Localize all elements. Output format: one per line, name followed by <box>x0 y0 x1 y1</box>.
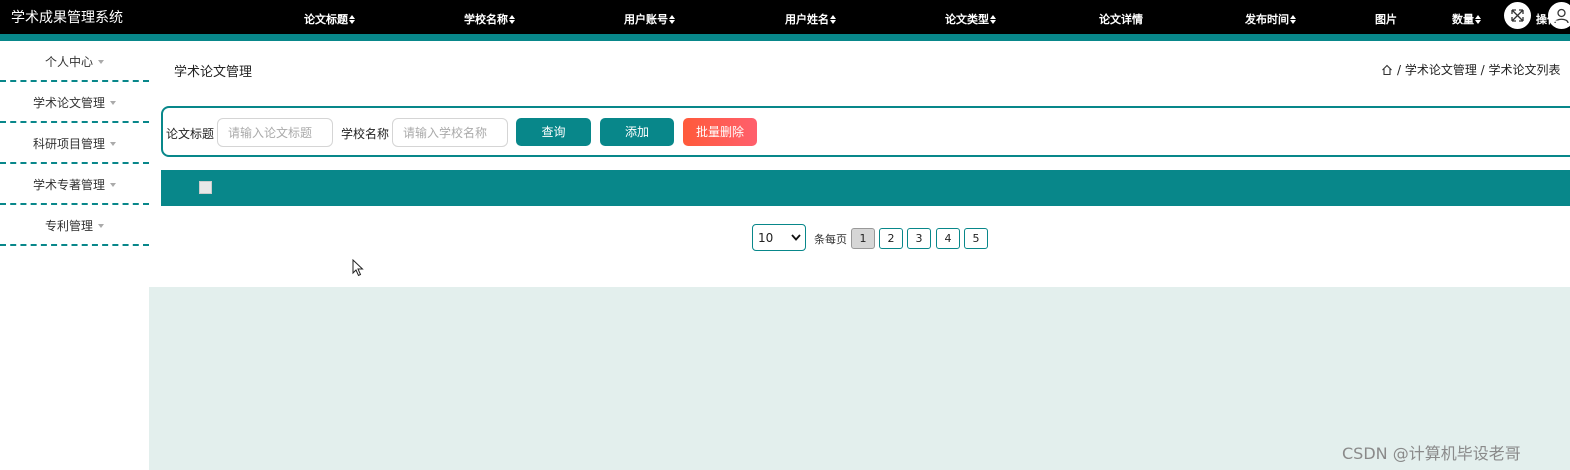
table-header <box>161 170 1570 206</box>
select-all-checkbox[interactable] <box>199 181 212 194</box>
caret-down-icon <box>98 60 104 64</box>
caret-down-icon <box>110 142 116 146</box>
add-button[interactable]: 添加 <box>600 118 674 146</box>
caret-down-icon <box>110 101 116 105</box>
sort-icon[interactable] <box>1290 15 1297 24</box>
page-title: 学术论文管理 <box>174 65 253 80</box>
sidebar-item-label: 学术专著管理 <box>32 178 105 192</box>
sidebar-item-patent-management[interactable]: 专利管理 <box>0 205 149 246</box>
column-header-paper-type[interactable]: 论文类型 <box>945 11 997 27</box>
sidebar-item-label: 科研项目管理 <box>32 137 105 151</box>
per-page-label: 条每页 <box>814 233 847 246</box>
query-button[interactable]: 查询 <box>516 118 591 146</box>
batch-delete-button[interactable]: 批量删除 <box>683 118 757 146</box>
caret-down-icon <box>98 224 104 228</box>
school-filter-label: 学校名称 <box>341 127 390 141</box>
caret-down-icon <box>110 183 116 187</box>
fullscreen-icon <box>1511 9 1524 22</box>
sidebar-item-monograph-management[interactable]: 学术专著管理 <box>0 164 149 205</box>
page-size-value: 10 <box>758 231 774 245</box>
fullscreen-button[interactable] <box>1504 2 1531 29</box>
page-button-5[interactable]: 5 <box>964 228 988 249</box>
breadcrumb-trail[interactable]: / 学术论文管理 / 学术论文列表 <box>1397 63 1561 77</box>
page-size-select[interactable]: 10 <box>752 224 806 251</box>
column-header-quantity[interactable]: 数量 <box>1452 11 1482 27</box>
page-button-4[interactable]: 4 <box>936 228 960 249</box>
sort-icon[interactable] <box>669 15 676 24</box>
watermark: CSDN @计算机毕设老哥 <box>1342 444 1521 463</box>
home-icon[interactable] <box>1381 64 1393 76</box>
sort-icon[interactable] <box>1475 15 1482 24</box>
column-header-paper-details: 论文详情 <box>1099 13 1143 26</box>
app-title: 学术成果管理系统 <box>11 10 123 26</box>
breadcrumb: / 学术论文管理 / 学术论文列表 <box>1381 61 1561 78</box>
mouse-cursor-icon <box>352 259 364 277</box>
sidebar-item-label: 个人中心 <box>44 55 93 69</box>
school-search-input[interactable] <box>392 118 508 147</box>
column-header-user-account[interactable]: 用户账号 <box>624 11 676 27</box>
sidebar-item-paper-management[interactable]: 学术论文管理 <box>0 82 149 123</box>
page-button-1[interactable]: 1 <box>851 228 875 249</box>
sort-icon[interactable] <box>990 15 997 24</box>
sidebar: 个人中心 学术论文管理 科研项目管理 学术专著管理 专利管理 <box>0 41 149 470</box>
column-header-paper-title[interactable]: 论文标题 <box>304 11 356 27</box>
page-button-3[interactable]: 3 <box>907 228 931 249</box>
column-header-user-name[interactable]: 用户姓名 <box>785 11 837 27</box>
column-header-actions: 操作 <box>1536 13 1558 26</box>
column-header-school-name[interactable]: 学校名称 <box>464 11 516 27</box>
column-header-image: 图片 <box>1375 13 1397 26</box>
column-header-publish-time[interactable]: 发布时间 <box>1245 11 1297 27</box>
title-search-input[interactable] <box>217 118 333 147</box>
chevron-down-icon <box>791 234 801 241</box>
page-button-2[interactable]: 2 <box>879 228 903 249</box>
title-filter-label: 论文标题 <box>166 127 215 141</box>
sidebar-item-label: 学术论文管理 <box>32 96 105 110</box>
sort-icon[interactable] <box>830 15 837 24</box>
sidebar-item-label: 专利管理 <box>44 219 93 233</box>
sort-icon[interactable] <box>349 15 356 24</box>
sidebar-item-project-management[interactable]: 科研项目管理 <box>0 123 149 164</box>
header-accent-strip <box>0 34 1570 41</box>
sort-icon[interactable] <box>509 15 516 24</box>
sidebar-item-personal-center[interactable]: 个人中心 <box>0 41 149 82</box>
